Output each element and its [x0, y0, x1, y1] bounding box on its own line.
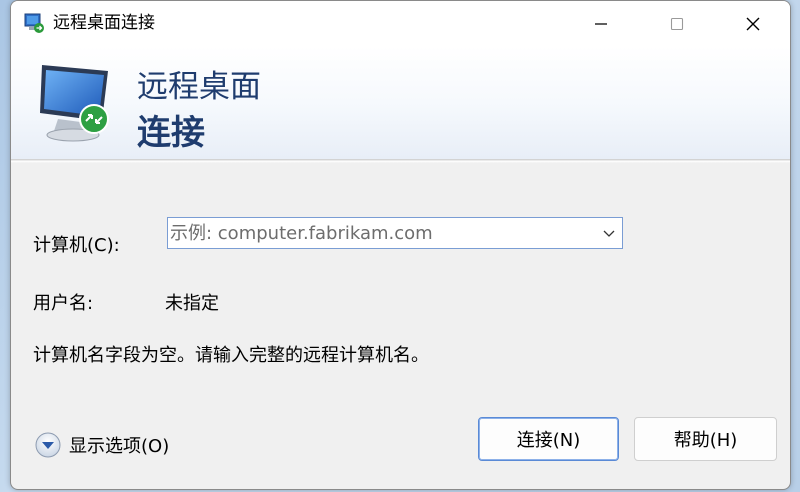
connect-button[interactable]: 连接(N) [478, 417, 619, 461]
maximize-button[interactable] [647, 1, 707, 46]
computer-combobox[interactable] [167, 217, 623, 249]
banner-title-line1: 远程桌面 [137, 69, 261, 105]
banner-title-line2: 连接 [137, 113, 205, 153]
window-title: 远程桌面连接 [53, 13, 155, 33]
expand-circle-icon[interactable] [35, 432, 61, 458]
minimize-button[interactable] [571, 1, 631, 46]
minimize-icon [595, 22, 607, 25]
help-button[interactable]: 帮助(H) [634, 417, 777, 461]
title-bar[interactable]: 远程桌面连接 [11, 1, 790, 46]
username-label: 用户名: [33, 293, 94, 314]
maximize-icon [670, 17, 684, 30]
show-options-label: 显示选项(O) [69, 436, 170, 457]
remote-desktop-icon [24, 13, 44, 33]
monitor-remote-icon [40, 65, 109, 142]
close-icon [746, 17, 760, 30]
banner-divider [11, 159, 790, 163]
username-value: 未指定 [165, 293, 219, 314]
status-message: 计算机名字段为空。请输入完整的远程计算机名。 [33, 345, 429, 366]
computer-label: 计算机(C): [33, 235, 120, 256]
rdp-window: 远程桌面连接 远程桌面 连接 计算机(C): 示例: computer.fabr… [10, 0, 791, 490]
chevron-down-icon[interactable] [602, 226, 616, 240]
computer-input[interactable] [170, 220, 590, 246]
show-options-toggle[interactable]: 显示选项(O) [35, 431, 169, 459]
close-button[interactable] [723, 1, 783, 46]
